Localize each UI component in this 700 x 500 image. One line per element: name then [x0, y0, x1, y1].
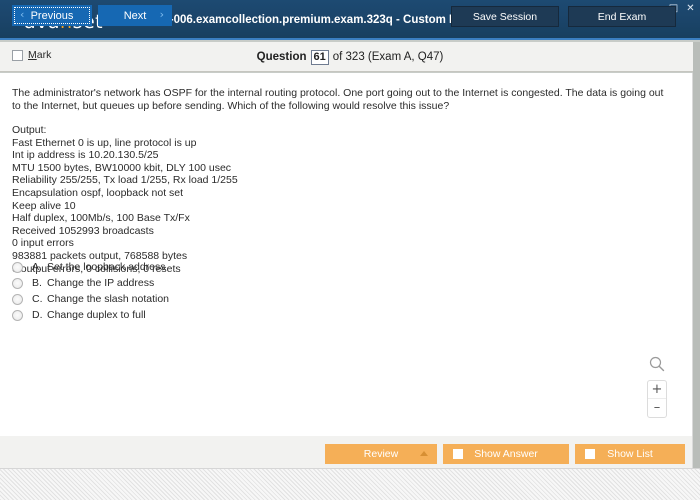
- zoom-tools: + –: [646, 355, 668, 418]
- vce-player-window: avanset N10-006.examcollection.premium.e…: [0, 0, 700, 500]
- zoom-out-button[interactable]: –: [648, 399, 666, 417]
- answer-option-text: Change the slash notation: [47, 293, 170, 305]
- answer-option-letter: B.: [32, 277, 42, 289]
- zoom-in-button[interactable]: +: [648, 381, 666, 399]
- answer-option-text: Set the loopback address: [47, 261, 166, 273]
- question-number-input[interactable]: 61: [310, 49, 329, 65]
- show-answer-button-label: Show Answer: [474, 448, 538, 460]
- save-session-button[interactable]: Save Session: [451, 6, 559, 27]
- mark-checkbox[interactable]: [12, 49, 23, 61]
- show-answer-checkbox[interactable]: [453, 449, 463, 459]
- show-list-checkbox[interactable]: [585, 449, 595, 459]
- question-content-panel: The administrator's network has OSPF for…: [0, 73, 693, 436]
- zoom-stepper: + –: [647, 380, 667, 418]
- answer-option-c[interactable]: C. Change the slash notation: [12, 291, 512, 307]
- review-button[interactable]: Review: [325, 444, 437, 464]
- answer-option-radio[interactable]: [12, 293, 23, 305]
- chevron-left-icon: ‹: [20, 8, 25, 21]
- answer-option-text: Change the IP address: [47, 277, 155, 289]
- review-button-label: Review: [363, 448, 399, 460]
- question-word-label: Question: [256, 51, 307, 63]
- mark-label-rest: ark: [36, 49, 52, 61]
- chevron-up-icon: [420, 451, 428, 456]
- mark-label: Mark: [28, 49, 51, 61]
- answer-option-d[interactable]: D. Change duplex to full: [12, 307, 512, 323]
- mark-label-accel: M: [28, 49, 37, 61]
- answer-option-letter: C.: [32, 293, 43, 305]
- question-counter: Question 61 of 323 (Exam A, Q47): [0, 42, 700, 72]
- answer-options-list: A. Set the loopback address B. Change the I…: [12, 259, 512, 323]
- answer-option-letter: A.: [32, 261, 42, 273]
- question-prompt: The administrator's network has OSPF for…: [12, 87, 664, 112]
- answer-option-b[interactable]: B. Change the IP address: [12, 275, 512, 291]
- question-total-label: of 323 (Exam A, Q47): [332, 51, 444, 63]
- bottom-status-bar: [0, 468, 700, 500]
- show-list-button-label: Show List: [607, 448, 653, 460]
- window-right-edge: [693, 42, 700, 468]
- answer-option-radio[interactable]: [12, 309, 23, 321]
- answer-option-radio[interactable]: [12, 261, 23, 273]
- next-button[interactable]: Next ›: [98, 5, 172, 26]
- show-answer-button[interactable]: Show Answer: [443, 444, 569, 464]
- chevron-right-icon: ›: [159, 8, 164, 21]
- close-icon[interactable]: ✕: [685, 3, 696, 15]
- magnifier-icon[interactable]: [647, 355, 667, 375]
- show-list-button[interactable]: Show List: [575, 444, 685, 464]
- answer-option-a[interactable]: A. Set the loopback address: [12, 259, 512, 275]
- answer-option-text: Change duplex to full: [47, 309, 146, 321]
- next-button-label: Next: [123, 9, 147, 22]
- previous-button-label: Previous: [30, 9, 74, 22]
- end-exam-button[interactable]: End Exam: [568, 6, 676, 27]
- answer-option-radio[interactable]: [12, 277, 23, 289]
- question-output-block: Output: Fast Ethernet 0 is up, line prot…: [12, 124, 238, 275]
- mark-checkbox-row[interactable]: Mark: [12, 49, 51, 61]
- question-toolbar: Mark Question 61 of 323 (Exam A, Q47): [0, 42, 700, 72]
- answer-option-letter: D.: [32, 309, 43, 321]
- previous-button[interactable]: ‹ Previous: [12, 5, 92, 26]
